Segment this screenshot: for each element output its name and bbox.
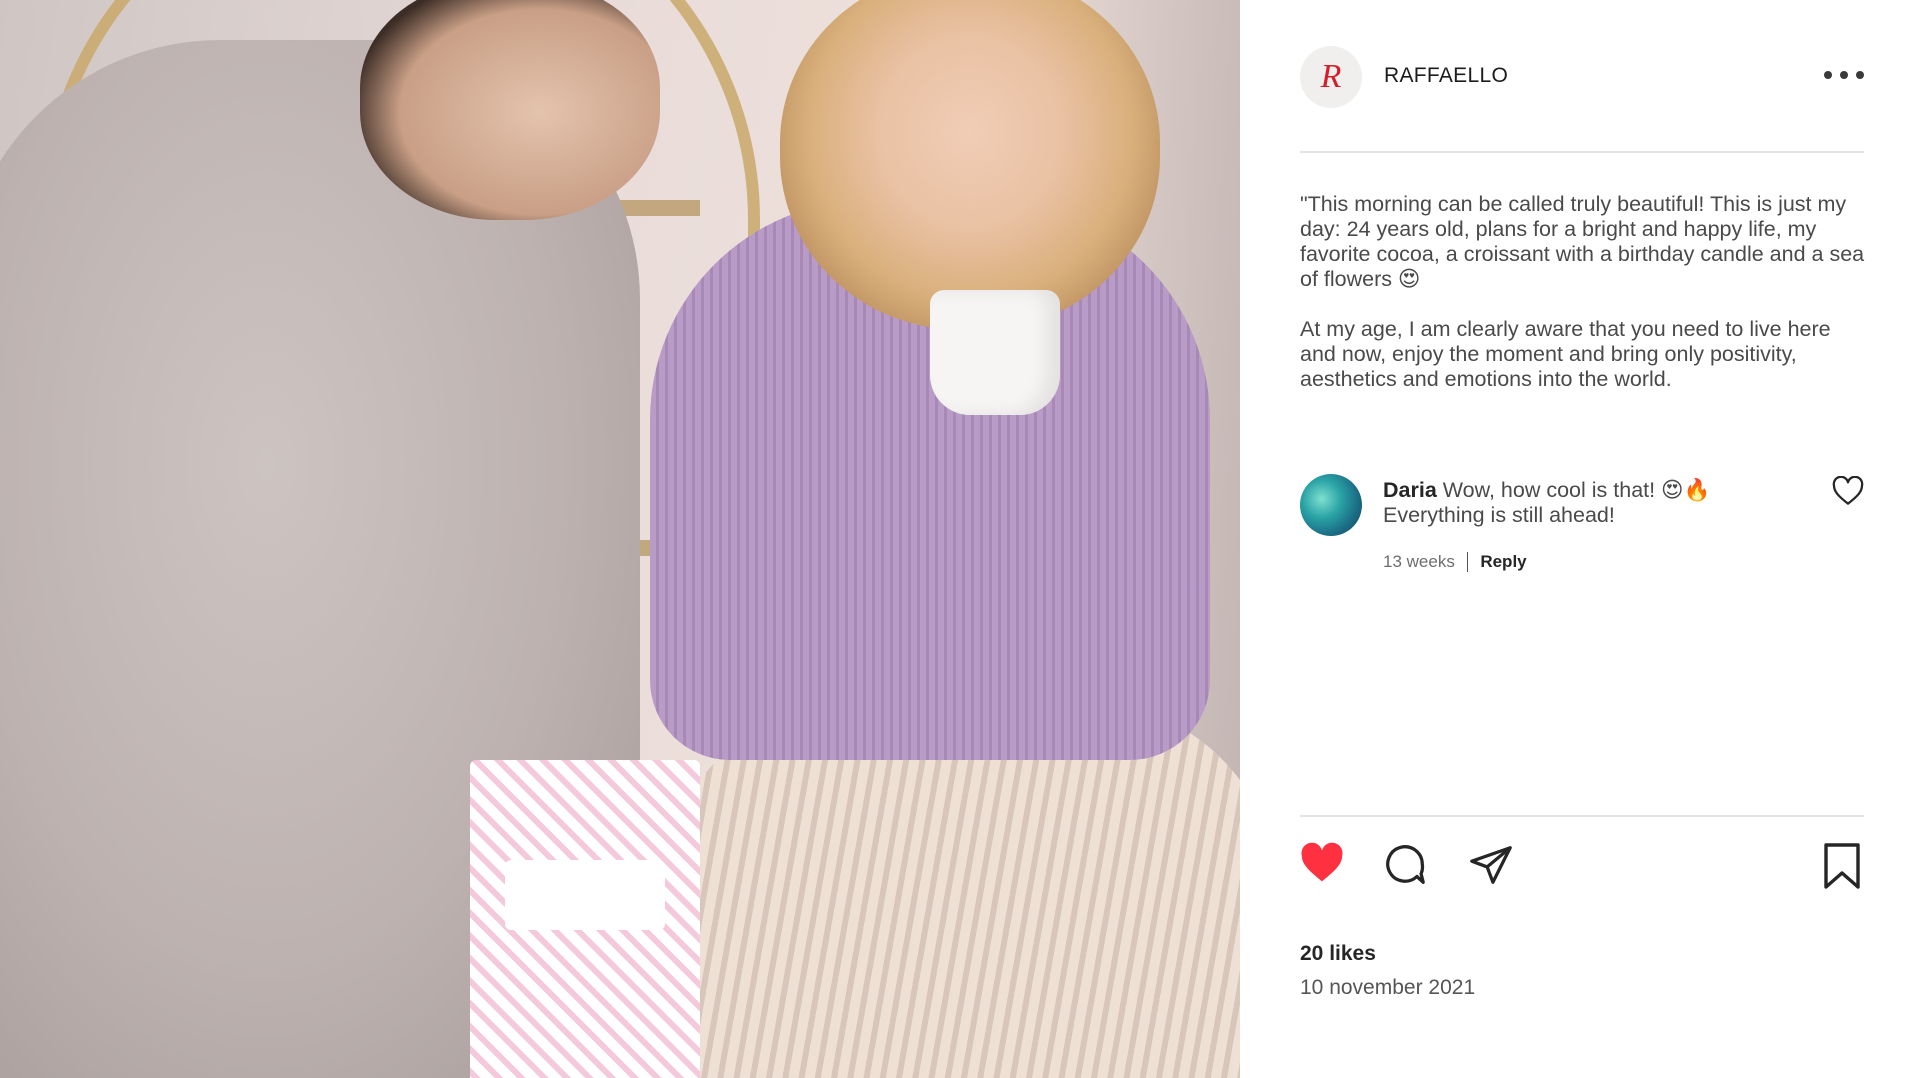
account-avatar[interactable]: R	[1300, 46, 1362, 108]
actions-divider	[1300, 815, 1864, 817]
bookmark-icon[interactable]	[1820, 842, 1864, 895]
caption-paragraph: "This morning can be called truly beauti…	[1300, 192, 1865, 291]
more-horizontal-icon[interactable]	[1824, 60, 1864, 90]
post-header: R RAFFAELLO	[1300, 46, 1864, 108]
photo-man-head	[360, 0, 660, 220]
comment-text: Wow, how cool is that! 😍🔥	[1442, 478, 1711, 502]
more-dot	[1856, 71, 1864, 79]
post-panel: R RAFFAELLO "This morning can be called …	[1240, 0, 1920, 1078]
post-caption: "This morning can be called truly beauti…	[1300, 192, 1870, 417]
paper-plane-icon[interactable]	[1468, 842, 1514, 893]
post-photo[interactable]	[0, 0, 1240, 1078]
post-date: 10 november 2021	[1300, 976, 1476, 999]
avatar-letter: R	[1320, 58, 1342, 95]
photo-woman-head	[780, 0, 1160, 330]
instagram-post: R RAFFAELLO "This morning can be called …	[0, 0, 1920, 1078]
meta-separator	[1466, 552, 1469, 572]
comment-item: Daria Wow, how cool is that! 😍🔥 Everythi…	[1300, 474, 1864, 594]
comment-text: Everything is still ahead!	[1383, 503, 1615, 527]
caption-paragraph: At my age, I am clearly aware that you n…	[1300, 317, 1831, 391]
more-dot	[1824, 71, 1832, 79]
more-dot	[1840, 71, 1848, 79]
photo-mug	[930, 290, 1060, 415]
photo-gift-box-label	[505, 860, 665, 930]
heart-outline-icon[interactable]	[1832, 475, 1864, 506]
comment-body: Daria Wow, how cool is that! 😍🔥 Everythi…	[1383, 478, 1823, 528]
post-actions	[1300, 842, 1864, 892]
likes-count[interactable]: 20 likes	[1300, 942, 1376, 966]
comment-age: 13 weeks	[1383, 552, 1455, 571]
comment-bubble-icon[interactable]	[1382, 842, 1428, 893]
commenter-avatar[interactable]	[1300, 474, 1362, 536]
account-username[interactable]: RAFFAELLO	[1384, 64, 1508, 88]
header-divider	[1300, 151, 1864, 153]
comment-meta: 13 weeks Reply	[1383, 552, 1527, 572]
heart-filled-icon[interactable]	[1300, 842, 1344, 889]
reply-button[interactable]: Reply	[1480, 552, 1526, 572]
comment-author[interactable]: Daria	[1383, 478, 1437, 502]
